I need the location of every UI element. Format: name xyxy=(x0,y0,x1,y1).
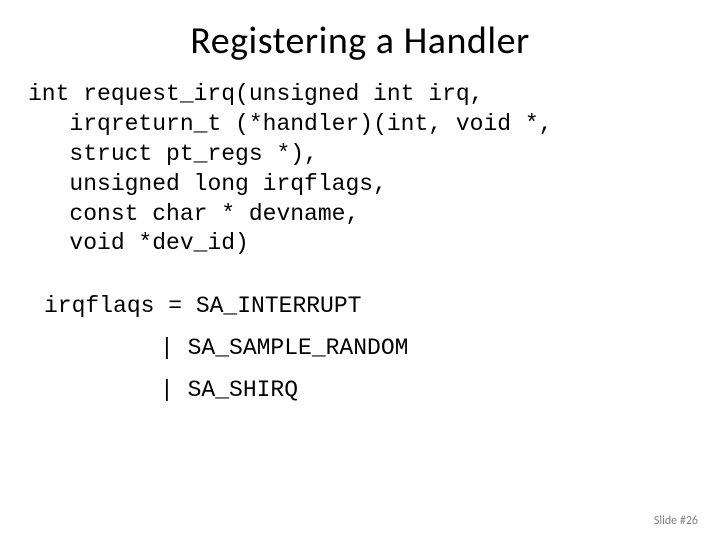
slide-number: Slide #26 xyxy=(654,514,698,528)
slide-title: Registering a Handler xyxy=(0,0,720,74)
slide: Registering a Handler int request_irq(un… xyxy=(0,0,720,540)
code-line-1: int request_irq(unsigned int irq, xyxy=(28,81,483,107)
code-line-6: void *dev_id) xyxy=(69,230,248,256)
code-line-5: const char * devname, xyxy=(69,201,359,227)
code-line-3: struct pt_regs *), xyxy=(69,141,317,167)
flag-line-2: | SA_SHIRQ xyxy=(0,377,720,403)
code-line-4: unsigned long irqflags, xyxy=(69,171,386,197)
code-block: int request_irq(unsigned int irq, irqret… xyxy=(0,74,720,259)
code-line-2: irqreturn_t (*handler)(int, void *, xyxy=(69,111,552,137)
flag-line-1: | SA_SAMPLE_RANDOM xyxy=(0,335,720,361)
irqflags-assign: irqflaqs = SA_INTERRUPT xyxy=(0,293,720,319)
